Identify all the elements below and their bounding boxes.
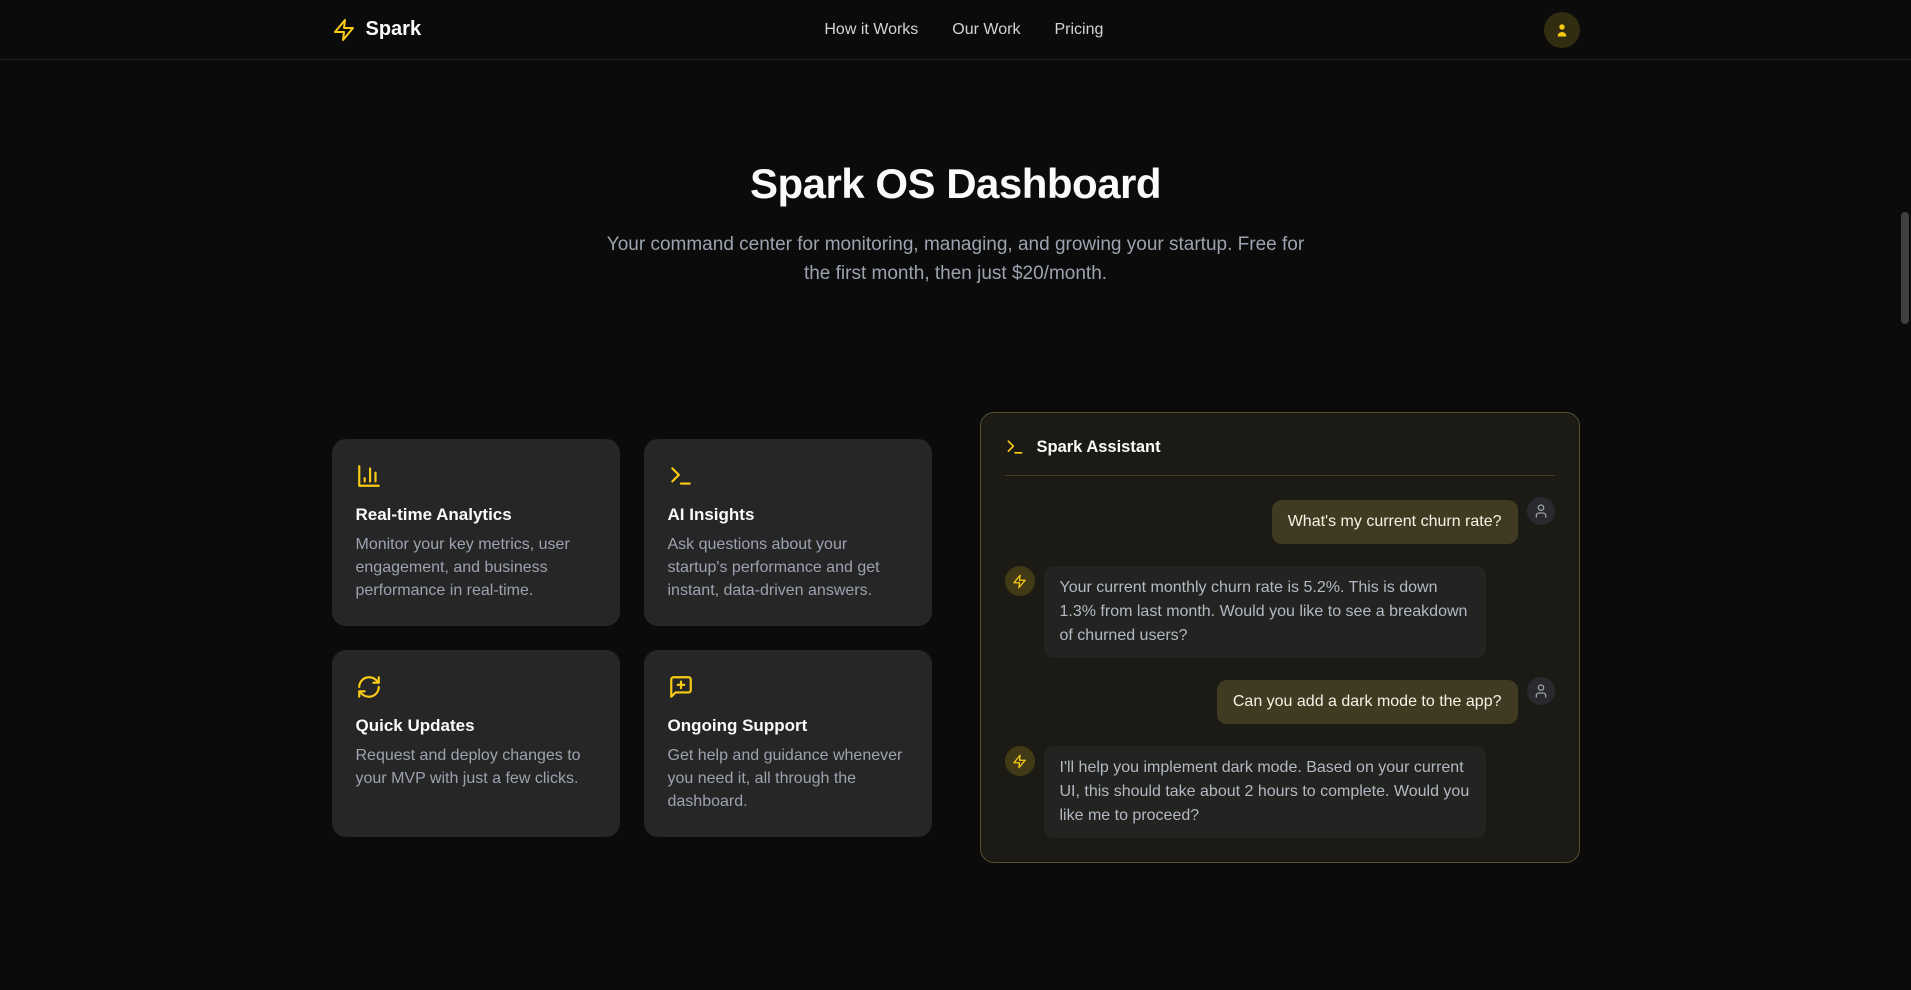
- page-scrollbar[interactable]: [1901, 212, 1909, 324]
- feature-description: Get help and guidance whenever you need …: [668, 744, 908, 813]
- refresh-icon: [356, 674, 596, 700]
- page-subtitle: Your command center for monitoring, mana…: [606, 230, 1306, 288]
- chat-message-assistant: Your current monthly churn rate is 5.2%.…: [1005, 566, 1555, 658]
- hero-section: Spark OS Dashboard Your command center f…: [0, 60, 1911, 288]
- chart-column-icon: [356, 463, 596, 489]
- terminal-icon: [668, 463, 908, 489]
- assistant-avatar: [1005, 746, 1035, 776]
- chat-header: Spark Assistant: [1005, 437, 1555, 476]
- chat-message-assistant: I'll help you implement dark mode. Based…: [1005, 746, 1555, 838]
- feature-description: Monitor your key metrics, user engagemen…: [356, 533, 596, 602]
- user-message-bubble: What's my current churn rate?: [1272, 500, 1518, 544]
- user-icon: [1553, 21, 1571, 39]
- brand-name: Spark: [366, 18, 422, 41]
- main-content: Real-time Analytics Monitor your key met…: [332, 412, 1580, 863]
- user-icon: [1533, 503, 1549, 519]
- nav-link-our-work[interactable]: Our Work: [952, 21, 1020, 39]
- user-avatar: [1527, 497, 1555, 525]
- page-title: Spark OS Dashboard: [0, 160, 1911, 208]
- feature-card-realtime-analytics: Real-time Analytics Monitor your key met…: [332, 439, 620, 626]
- zap-icon: [1012, 754, 1027, 769]
- zap-icon: [1012, 574, 1027, 589]
- brand-logo[interactable]: Spark: [332, 18, 422, 42]
- user-icon: [1533, 683, 1549, 699]
- features-grid: Real-time Analytics Monitor your key met…: [332, 439, 932, 837]
- feature-card-quick-updates: Quick Updates Request and deploy changes…: [332, 650, 620, 837]
- user-message-bubble: Can you add a dark mode to the app?: [1217, 680, 1518, 724]
- feature-title: Real-time Analytics: [356, 505, 596, 525]
- feature-description: Ask questions about your startup's perfo…: [668, 533, 908, 602]
- nav-link-how-it-works[interactable]: How it Works: [824, 21, 918, 39]
- chat-message-user: What's my current churn rate?: [1005, 500, 1555, 544]
- feature-description: Request and deploy changes to your MVP w…: [356, 744, 596, 790]
- feature-title: Ongoing Support: [668, 716, 908, 736]
- feature-title: Quick Updates: [356, 716, 596, 736]
- assistant-message-bubble: I'll help you implement dark mode. Based…: [1044, 746, 1486, 838]
- assistant-message-bubble: Your current monthly churn rate is 5.2%.…: [1044, 566, 1486, 658]
- chat-title: Spark Assistant: [1037, 438, 1161, 457]
- message-square-plus-icon: [668, 674, 908, 700]
- chat-message-list: What's my current churn rate? Your curre…: [1005, 476, 1555, 838]
- assistant-avatar: [1005, 566, 1035, 596]
- zap-icon: [332, 18, 356, 42]
- main-nav: How it Works Our Work Pricing: [824, 21, 1103, 39]
- navbar-inner: Spark How it Works Our Work Pricing: [332, 0, 1580, 59]
- user-avatar: [1527, 677, 1555, 705]
- terminal-icon: [1005, 437, 1025, 457]
- feature-card-ai-insights: AI Insights Ask questions about your sta…: [644, 439, 932, 626]
- spark-assistant-panel: Spark Assistant What's my current churn …: [980, 412, 1580, 863]
- top-navbar: Spark How it Works Our Work Pricing: [0, 0, 1911, 60]
- feature-title: AI Insights: [668, 505, 908, 525]
- feature-card-ongoing-support: Ongoing Support Get help and guidance wh…: [644, 650, 932, 837]
- account-avatar-button[interactable]: [1544, 12, 1580, 48]
- chat-message-user: Can you add a dark mode to the app?: [1005, 680, 1555, 724]
- nav-link-pricing[interactable]: Pricing: [1054, 21, 1103, 39]
